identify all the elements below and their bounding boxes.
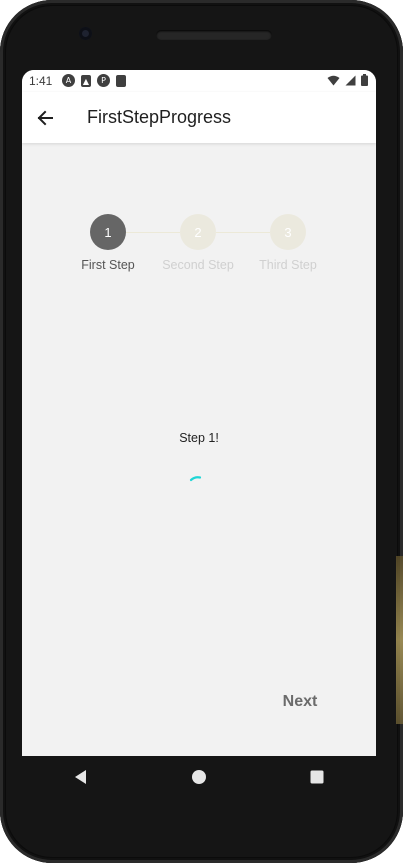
- step-content-text: Step 1!: [179, 431, 219, 445]
- front-camera: [79, 27, 92, 40]
- app-bar: FirstStepProgress: [22, 92, 376, 143]
- earpiece-speaker: [156, 30, 272, 40]
- app-a-icon: A: [62, 74, 75, 87]
- back-button[interactable]: [32, 105, 58, 131]
- step-3: 3 Third Step: [248, 214, 328, 272]
- nav-back-button[interactable]: [61, 757, 101, 797]
- step-3-label: Third Step: [259, 258, 317, 272]
- step-progress: 1 First Step 2 Second Step 3 Third Step: [22, 214, 376, 274]
- next-button[interactable]: Next: [270, 688, 330, 716]
- step-3-circle: 3: [270, 214, 306, 250]
- app-triangle-icon: ▲: [81, 74, 91, 87]
- battery-icon: [361, 74, 368, 86]
- phone-frame: 1:41 A ▲ P FirstStepProgress 1 First Ste…: [0, 0, 403, 863]
- system-nav-bar: [22, 756, 376, 798]
- step-2-circle: 2: [180, 214, 216, 250]
- status-notification-icons: A ▲ P: [62, 74, 126, 87]
- arrow-back-icon: [37, 110, 53, 126]
- spinner-icon: [189, 476, 202, 482]
- home-circle-icon: [192, 770, 206, 784]
- signal-icon: [345, 75, 356, 85]
- nav-recents-button[interactable]: [297, 757, 337, 797]
- status-bar: 1:41 A ▲ P: [22, 70, 376, 92]
- step-2: 2 Second Step: [158, 214, 238, 272]
- sd-card-icon: [116, 74, 126, 87]
- app-screen: 1:41 A ▲ P FirstStepProgress 1 First Ste…: [22, 70, 376, 756]
- app-p-icon: P: [97, 74, 110, 87]
- step-1-circle: 1: [90, 214, 126, 250]
- back-triangle-icon: [75, 770, 86, 784]
- step-1-label: First Step: [81, 258, 135, 272]
- step-1: 1 First Step: [68, 214, 148, 272]
- status-system-icons: [327, 74, 368, 86]
- step-2-label: Second Step: [162, 258, 234, 272]
- status-time: 1:41: [29, 74, 53, 88]
- recents-square-icon: [310, 770, 324, 784]
- nav-home-button[interactable]: [179, 757, 219, 797]
- page-title: FirstStepProgress: [87, 107, 232, 127]
- wifi-icon: [327, 75, 340, 85]
- side-reflection: [396, 556, 403, 724]
